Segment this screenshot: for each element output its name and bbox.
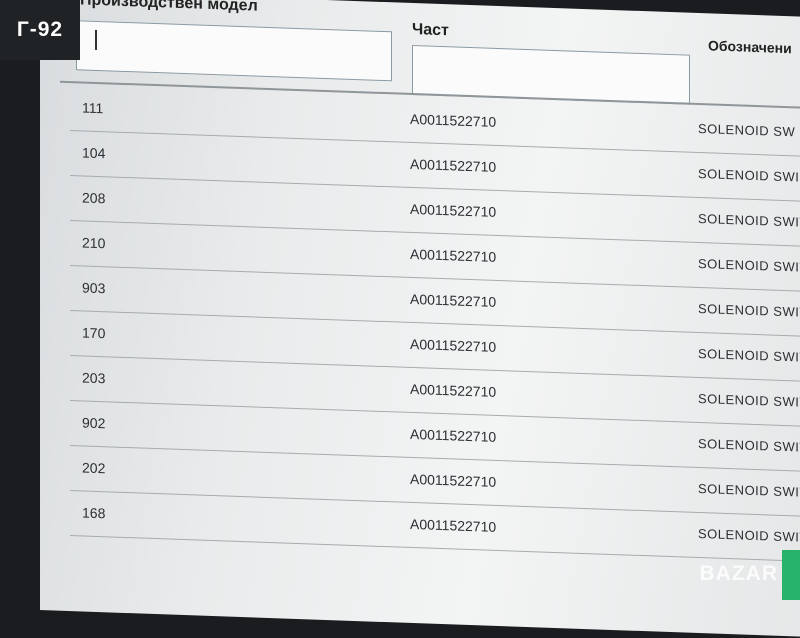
- row-part-cell: A0011522710: [410, 470, 497, 490]
- row-model-cell: 903: [82, 279, 106, 297]
- row-part-cell: A0011522710: [410, 380, 497, 400]
- row-part-cell: A0011522710: [410, 290, 497, 310]
- row-model-cell: 902: [82, 414, 106, 432]
- row-part-cell: A0011522710: [410, 110, 497, 130]
- row-part-cell: A0011522710: [410, 425, 497, 445]
- row-part-cell: A0011522710: [410, 200, 497, 220]
- column-header-model[interactable]: Производствен модел: [80, 0, 258, 16]
- row-description-cell: SOLENOID SWITCH: [698, 525, 800, 546]
- row-description-cell: SOLENOID SWITCH: [698, 480, 800, 501]
- row-description-cell: SOLENOID SWITC: [698, 300, 800, 321]
- row-model-cell: 203: [82, 369, 106, 387]
- row-model-cell: 111: [82, 99, 104, 117]
- column-header-part[interactable]: Част: [412, 21, 449, 40]
- row-description-cell: SOLENOID SWITCH: [698, 390, 800, 411]
- row-part-cell: A0011522710: [410, 245, 497, 265]
- model-filter-input[interactable]: [76, 20, 392, 82]
- row-description-cell: SOLENOID SWIT: [698, 255, 800, 275]
- overlay-label: Г-92: [0, 0, 80, 60]
- row-part-cell: A0011522710: [410, 335, 497, 355]
- row-part-cell: A0011522710: [410, 155, 497, 175]
- row-model-cell: 208: [82, 189, 106, 207]
- row-description-cell: SOLENOID SWI: [698, 165, 800, 185]
- column-header-description[interactable]: Обозначени: [708, 37, 792, 56]
- row-model-cell: 210: [82, 234, 106, 252]
- row-model-cell: 104: [82, 144, 106, 162]
- row-part-cell: A0011522710: [410, 515, 497, 535]
- row-model-cell: 168: [82, 504, 106, 522]
- corner-button[interactable]: [782, 550, 800, 600]
- row-description-cell: SOLENOID SWIT: [698, 210, 800, 230]
- watermark-logo: BAZAR: [699, 562, 778, 585]
- row-divider: [70, 535, 800, 563]
- row-description-cell: SOLENOID SW: [698, 120, 796, 140]
- text-caret: [95, 29, 97, 50]
- row-model-cell: 202: [82, 459, 106, 477]
- parts-table-screen: Производствен модел Част Обозначени 111 A…: [40, 0, 800, 638]
- row-description-cell: SOLENOID SWITC: [698, 345, 800, 366]
- row-model-cell: 170: [82, 324, 106, 342]
- row-description-cell: SOLENOID SWITCH: [698, 435, 800, 456]
